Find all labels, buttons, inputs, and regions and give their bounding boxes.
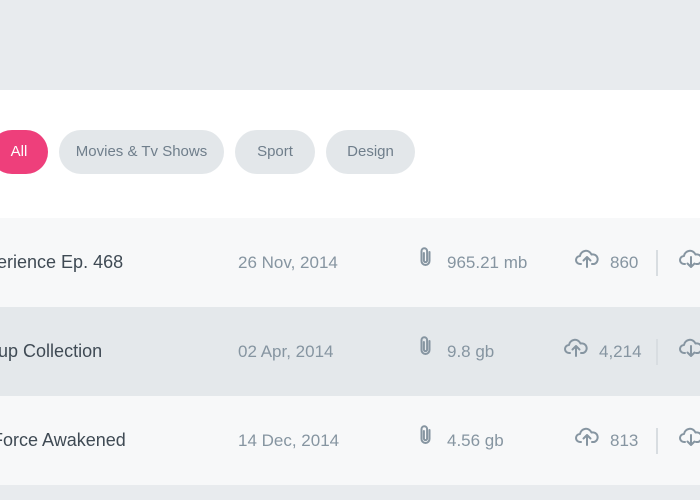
filter-design-chip[interactable]: Design (326, 130, 415, 174)
row-size: 4.56 gb (417, 396, 504, 485)
row-leechers (678, 396, 700, 485)
row-divider (656, 339, 658, 365)
row-seeders: 813 (574, 396, 638, 485)
row-seeders-label: 813 (610, 431, 639, 450)
row-leechers (678, 307, 700, 396)
paperclip-icon (417, 218, 435, 307)
table-row[interactable]: ndup Collection 02 Apr, 2014 9.8 gb 4,21… (0, 307, 700, 396)
row-seeders: 4,214 (563, 307, 642, 396)
row-leechers (678, 218, 700, 307)
cloud-download-icon (678, 396, 700, 485)
cloud-upload-icon (574, 218, 600, 307)
filter-movies-tv-label: Movies & Tv Shows (75, 143, 208, 160)
row-size-label: 4.56 gb (447, 431, 504, 450)
row-seeders: 860 (574, 218, 638, 307)
paperclip-icon (417, 396, 435, 485)
row-date: 26 Nov, 2014 (238, 253, 338, 272)
paperclip-icon (417, 307, 435, 396)
cloud-download-icon (678, 218, 700, 307)
row-size: 965.21 mb (417, 218, 527, 307)
filter-sport-chip[interactable]: Sport (235, 130, 315, 174)
cloud-download-icon (678, 307, 700, 396)
filter-all-chip[interactable]: All (0, 130, 48, 174)
torrent-table: xperience Ep. 468 26 Nov, 2014 965.21 mb… (0, 218, 700, 485)
filter-movies-tv-chip[interactable]: Movies & Tv Shows (59, 130, 224, 174)
row-size-label: 9.8 gb (447, 342, 495, 361)
filter-design-label: Design (347, 143, 394, 160)
row-title[interactable]: ndup Collection (0, 307, 102, 396)
filter-sport-label: Sport (257, 143, 293, 160)
cloud-upload-icon (574, 396, 600, 485)
table-row[interactable]: xperience Ep. 468 26 Nov, 2014 965.21 mb… (0, 218, 700, 307)
filter-all-label: All (10, 143, 28, 160)
row-divider (656, 428, 658, 454)
row-size-label: 965.21 mb (447, 253, 528, 272)
row-date: 14 Dec, 2014 (238, 431, 340, 450)
row-title[interactable]: xperience Ep. 468 (0, 218, 123, 307)
row-title[interactable]: l: Force Awakened (0, 396, 126, 485)
row-date: 02 Apr, 2014 (238, 342, 334, 361)
row-size: 9.8 gb (417, 307, 494, 396)
cloud-upload-icon (563, 307, 589, 396)
row-divider (656, 250, 658, 276)
row-seeders-label: 4,214 (599, 342, 642, 361)
table-row[interactable]: l: Force Awakened 14 Dec, 2014 4.56 gb 8… (0, 396, 700, 485)
top-header-band (0, 0, 700, 90)
row-seeders-label: 860 (610, 253, 639, 272)
